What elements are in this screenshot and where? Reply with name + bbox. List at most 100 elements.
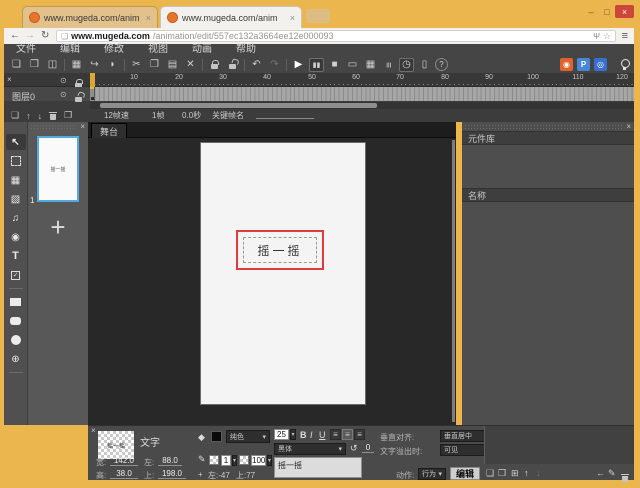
left-value[interactable]: 88.0 [158,456,182,466]
chevron-down-icon[interactable]: ▾ [290,429,296,440]
eye-icon[interactable]: ⊙ [60,90,67,99]
library-new-folder-icon[interactable]: ⊞ [511,468,519,479]
back-icon[interactable]: ← [10,30,20,42]
paste-icon[interactable]: ▤ [165,58,180,72]
library-new-icon[interactable]: ❏ [486,468,494,479]
menu-edit[interactable]: 编辑 [48,44,92,56]
globe-tool[interactable]: ⊕ [6,351,26,367]
unlock-icon[interactable] [225,58,240,72]
library-back-icon[interactable]: ← [596,468,605,478]
rounded-rect-tool[interactable] [6,313,26,329]
window-maximize-button[interactable]: □ [600,5,614,18]
window-minimize-button[interactable]: – [584,5,598,18]
browser-menu-icon[interactable]: ≡ [622,30,628,42]
stroke-width-field[interactable]: 1 [221,455,231,466]
video-tool[interactable]: ◉ [6,229,26,245]
rotate-icon[interactable]: ↺ [350,443,358,454]
fill-type-dropdown[interactable]: 纯色▾ [226,430,270,443]
preview-monitor-icon[interactable]: ▭ [345,58,360,72]
qrcode-icon[interactable]: ▦ [363,58,378,72]
select-tool[interactable]: ↖ [6,134,26,150]
menu-file[interactable]: 文件 [4,44,48,56]
qzone-icon[interactable]: ◎ [594,58,607,71]
text-tool[interactable]: T [6,248,26,264]
pause-icon[interactable]: ▮▮ [309,58,324,72]
scrollbar-thumb[interactable] [452,140,455,422]
menu-help[interactable]: 帮助 [224,44,268,56]
cut-icon[interactable]: ✂ [129,58,144,72]
edit-action-button[interactable]: 编辑 [450,467,480,480]
frames-strip[interactable] [90,87,634,101]
keyframe-name-input[interactable] [256,118,314,119]
tab-close-icon[interactable]: × [146,13,151,23]
menu-view[interactable]: 视图 [136,44,180,56]
copy-icon[interactable]: ❐ [147,58,162,72]
clock-icon[interactable]: ◷ [399,58,414,72]
bookmark-star-icon[interactable]: ☆ [603,31,611,42]
selected-element-outline[interactable]: 摇一摇 [236,230,324,270]
window-close-button[interactable]: × [615,5,634,18]
canvas-vscrollbar[interactable] [452,140,455,422]
opacity-field[interactable]: 100 [251,455,266,466]
close-icon[interactable]: × [91,427,96,435]
transform-tool[interactable] [6,153,26,169]
underline-button[interactable]: U [319,430,326,440]
unlock-icon[interactable] [75,93,83,102]
help-icon[interactable]: ? [435,58,448,71]
rectangle-tool[interactable] [6,294,26,310]
action-dropdown[interactable]: 行为▾ [418,468,446,480]
forward-icon[interactable]: → [25,30,35,42]
menu-animation[interactable]: 动画 [180,44,224,56]
delete-layer-icon[interactable] [49,111,57,120]
image-tool[interactable]: ▧ [6,191,26,207]
font-family-dropdown[interactable]: 黑体▾ [274,443,346,455]
panel-drag-handle[interactable] [464,124,622,131]
library-delete-icon[interactable] [621,473,629,482]
chevron-down-icon[interactable]: ▾ [267,455,272,466]
library-edit-icon[interactable]: ✎ [608,468,616,479]
timeline-scrollbar[interactable] [90,102,634,109]
panel-drag-handle[interactable] [30,124,76,131]
mobile-preview-icon[interactable]: ▯ [417,58,432,72]
new-tab-button[interactable] [306,9,330,23]
close-icon[interactable]: × [7,76,12,84]
keyframe-frame-1[interactable] [90,87,95,101]
top-value[interactable]: 198.0 [158,469,186,479]
playhead[interactable] [90,73,95,87]
rotation-value[interactable]: 0 [362,443,374,453]
stage-canvas[interactable]: 舞台 摇一摇 [88,122,456,425]
menu-modify[interactable]: 修改 [92,44,136,56]
fill-color-swatch[interactable] [211,431,222,442]
bold-button[interactable]: B [300,430,307,440]
redo-icon[interactable]: ↷ [267,58,282,72]
stop-icon[interactable]: ■ [327,58,342,72]
close-icon[interactable]: × [80,123,85,131]
lamp-icon[interactable] [620,59,629,71]
plugin-icon[interactable]: Ψ [593,32,600,41]
add-layer-icon[interactable]: ❏ [11,110,19,121]
italic-button[interactable]: I [310,430,313,440]
library-move-down-icon[interactable]: ↓ [536,468,541,478]
new-doc-icon[interactable]: ❏ [9,58,24,72]
text-content-field[interactable]: 摇一摇 [274,457,362,478]
width-value[interactable]: 142.0 [110,456,138,466]
lock-icon[interactable] [207,58,222,72]
opacity-swatch[interactable] [239,455,249,465]
scrollbar-thumb[interactable] [100,103,377,108]
text-element[interactable]: 摇一摇 [243,237,317,263]
play-icon[interactable]: ▶ [291,58,306,72]
move-up-icon[interactable]: ↑ [26,111,31,121]
fill-bucket-icon[interactable]: ◆ [198,432,205,443]
browser-tab-2[interactable]: www.mugeda.com/anim × [160,6,302,28]
ellipse-tool[interactable] [6,332,26,348]
height-value[interactable]: 38.0 [110,469,138,479]
chevron-down-icon[interactable]: ▾ [232,455,237,466]
layer-name[interactable]: 图层0 [12,90,35,103]
save-icon[interactable]: ◫ [45,58,60,72]
tab-stage[interactable]: 舞台 [91,123,127,138]
weibo-icon[interactable]: ◉ [560,58,573,71]
open-icon[interactable]: ❒ [27,58,42,72]
align-right-button[interactable]: ≡ [354,429,365,440]
grid-tool[interactable]: ▦ [6,172,26,188]
export-icon[interactable]: ↪ [87,58,102,72]
